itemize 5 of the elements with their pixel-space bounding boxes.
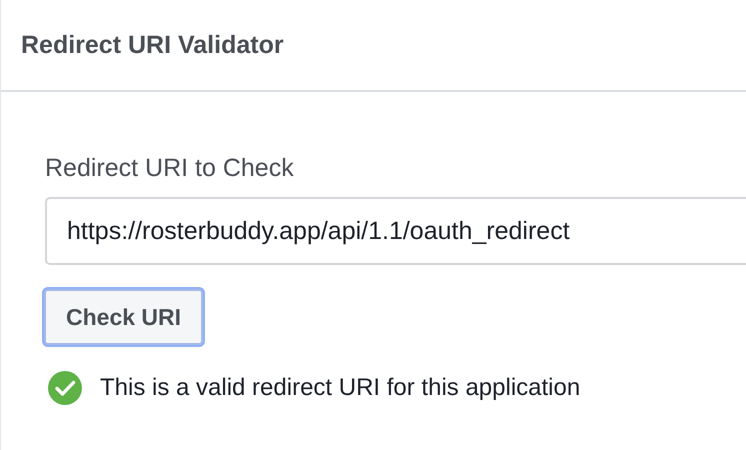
panel-title: Redirect URI Validator bbox=[21, 30, 284, 60]
result-message: This is a valid redirect URI for this application bbox=[100, 374, 580, 402]
uri-input-field[interactable]: https://rosterbuddy.app/api/1.1/oauth_redirect bbox=[45, 197, 746, 265]
field-label: Redirect URI to Check bbox=[45, 154, 295, 183]
check-uri-button[interactable]: Check URI bbox=[44, 289, 204, 345]
